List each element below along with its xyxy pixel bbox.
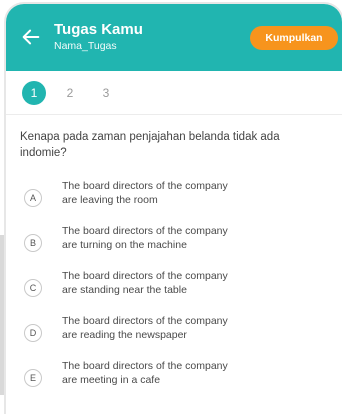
option-line-2: are standing near the table (62, 284, 187, 296)
option-d[interactable]: D The board directors of the company are… (24, 314, 342, 359)
option-e[interactable]: E The board directors of the company are… (24, 359, 342, 404)
option-line-1: The board directors of the company (62, 360, 228, 372)
option-line-2: are reading the newspaper (62, 329, 187, 341)
app-header: Tugas Kamu Nama_Tugas Kumpulkan (6, 4, 342, 71)
option-line-2: are turning on the machine (62, 239, 187, 251)
page-title: Tugas Kamu (54, 21, 143, 38)
option-line-1: The board directors of the company (62, 270, 228, 282)
option-b[interactable]: B The board directors of the company are… (24, 224, 342, 269)
option-line-1: The board directors of the company (62, 180, 228, 192)
option-letter: D (24, 324, 42, 342)
option-letter: A (24, 189, 42, 207)
option-text: The board directors of the company are m… (62, 359, 228, 387)
step-2[interactable]: 2 (58, 81, 82, 105)
arrow-left-icon[interactable] (20, 26, 42, 48)
option-letter: C (24, 279, 42, 297)
question-stepper: 1 2 3 (6, 71, 342, 115)
option-text: The board directors of the company are s… (62, 269, 228, 297)
option-line-2: are leaving the room (62, 194, 158, 206)
option-text: The board directors of the company are r… (62, 314, 228, 342)
app-screen: Tugas Kamu Nama_Tugas Kumpulkan 1 2 3 Ke… (6, 4, 342, 414)
option-letter: E (24, 369, 42, 387)
option-c[interactable]: C The board directors of the company are… (24, 269, 342, 314)
option-text: The board directors of the company are l… (62, 179, 228, 207)
header-titles: Tugas Kamu Nama_Tugas (54, 21, 143, 53)
option-text: The board directors of the company are t… (62, 224, 228, 252)
option-line-1: The board directors of the company (62, 315, 228, 327)
page-subtitle: Nama_Tugas (54, 40, 117, 52)
option-line-1: The board directors of the company (62, 225, 228, 237)
question-text: Kenapa pada zaman penjajahan belanda tid… (20, 131, 280, 159)
step-3[interactable]: 3 (94, 81, 118, 105)
option-a[interactable]: A The board directors of the company are… (24, 179, 342, 224)
step-1[interactable]: 1 (22, 80, 46, 105)
option-line-2: are meeting in a cafe (62, 374, 161, 386)
submit-button[interactable]: Kumpulkan (250, 26, 338, 50)
answer-options: A The board directors of the company are… (6, 179, 342, 404)
option-letter: B (24, 234, 42, 252)
